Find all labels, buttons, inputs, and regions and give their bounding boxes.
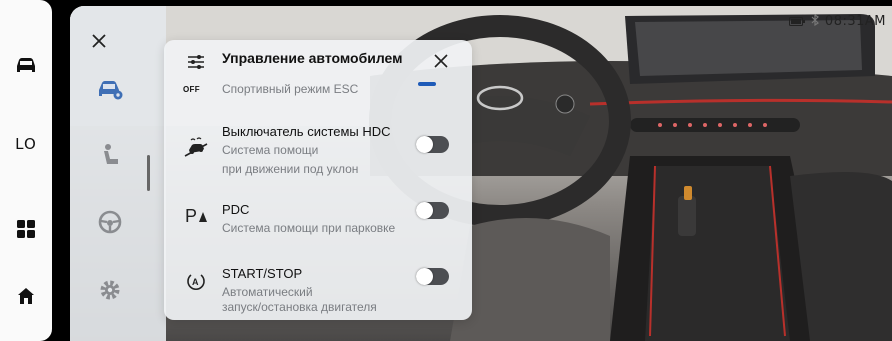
auto-start-stop-icon: A: [182, 268, 210, 294]
apps-grid-icon: [17, 220, 35, 238]
sidebar-scrollbar[interactable]: [147, 155, 150, 191]
esc-sport-label: Спортивный режим ESC: [222, 82, 359, 96]
vehicle-control-popup: Управление автомобилем OFF Спортивный ре…: [164, 40, 472, 320]
steering-wheel-icon[interactable]: [96, 208, 124, 236]
battery-icon: [788, 14, 805, 29]
temperature-lo-label: LO: [15, 135, 37, 153]
car-icon: [15, 57, 37, 73]
rail-home-button[interactable]: [0, 276, 52, 316]
sidebar-close-icon[interactable]: [92, 30, 106, 52]
infotainment-screen: 08:31AM LO Управление автомобилем OFF Сп…: [0, 0, 892, 341]
toggle-knob: [416, 202, 433, 219]
pdc-title: PDC: [222, 202, 250, 217]
seat-icon[interactable]: [96, 142, 124, 170]
hdc-toggle[interactable]: [416, 136, 449, 153]
clock: 08:31AM: [824, 14, 886, 29]
hdc-title: Выключатель системы HDC: [222, 124, 391, 139]
toggle-knob: [416, 136, 433, 153]
rail-apps-button[interactable]: [0, 209, 52, 249]
svg-text:A: A: [192, 277, 199, 287]
rail-lo-button[interactable]: LO: [0, 124, 52, 164]
popup-title: Управление автомобилем: [222, 50, 403, 66]
hill-descent-icon: [182, 134, 210, 160]
popup-close-icon[interactable]: [430, 50, 452, 72]
parking-sensor-icon: P: [182, 202, 210, 228]
gear-icon[interactable]: [96, 276, 124, 304]
rail-car-button[interactable]: [0, 45, 52, 85]
left-rail: LO: [0, 0, 52, 341]
home-icon: [17, 287, 35, 305]
start-stop-subtitle-line-2: запуск/остановка двигателя: [222, 300, 377, 314]
start-stop-title: START/STOP: [222, 266, 303, 281]
pdc-toggle[interactable]: [416, 202, 449, 219]
hdc-subtitle-line-1: Система помощи: [222, 143, 319, 157]
sliders-icon: [186, 52, 206, 72]
toggle-knob: [416, 268, 433, 285]
esc-sport-toggle[interactable]: [418, 82, 436, 86]
svg-text:P: P: [185, 206, 197, 226]
status-bar: 08:31AM: [788, 13, 886, 29]
pdc-subtitle: Система помощи при парковке: [222, 221, 396, 235]
bluetooth-icon: [811, 13, 819, 29]
hdc-subtitle-line-2: при движении под уклон: [222, 162, 359, 176]
off-icon: OFF: [183, 85, 200, 94]
start-stop-toggle[interactable]: [416, 268, 449, 285]
car-settings-icon[interactable]: [96, 74, 124, 102]
